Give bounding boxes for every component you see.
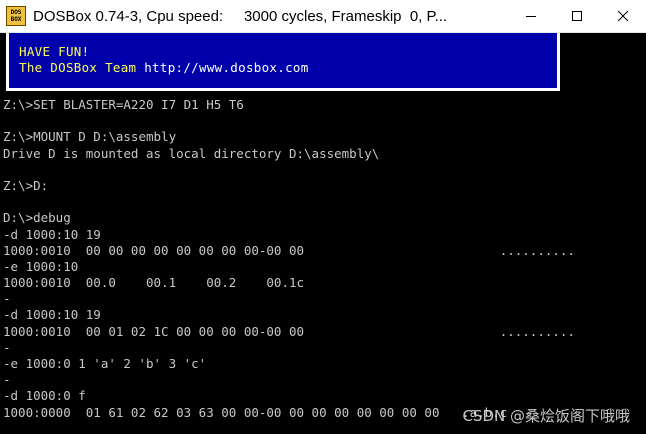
console-line: 1000:0010 00.0 00.1 00.2 00.1c [3, 275, 305, 291]
console-line: -e 1000:0 1 'a' 2 'b' 3 'c' [3, 356, 207, 371]
console-output: Z:\>SET BLASTER=A220 I7 D1 H5 T6 Z:\>MOUN… [3, 97, 575, 421]
console-line: -d 1000:10 19 [3, 307, 101, 323]
banner-url: http://www.dosbox.com [144, 60, 309, 75]
close-icon [617, 10, 629, 22]
watermark: CSDN @桑烩饭阁下哦哦 [462, 407, 630, 425]
welcome-banner-panel: HAVE FUN! The DOSBox Team http://www.dos… [9, 33, 557, 88]
console-line: 1000:0010 00 00 00 00 00 00 00 00-00 00 … [3, 242, 575, 258]
minimize-icon [526, 16, 536, 17]
title-bar[interactable]: DOS BOX DOSBox 0.74-3, Cpu speed: 3000 c… [0, 0, 646, 33]
dosbox-window: DOS BOX DOSBox 0.74-3, Cpu speed: 3000 c… [0, 0, 646, 434]
window-title: DOSBox 0.74-3, Cpu speed: 3000 cycles, F… [33, 7, 448, 25]
console-line: Z:\>D: [3, 177, 49, 193]
banner-line-1: HAVE FUN! [19, 44, 90, 59]
banner-line-2: The DOSBox Team http://www.dosbox.com [19, 60, 309, 76]
console-line: - [3, 339, 11, 355]
dos-screen[interactable]: HAVE FUN! The DOSBox Team http://www.dos… [0, 33, 646, 434]
console-line: - [3, 372, 11, 388]
console-line: -d 1000:0 f [3, 388, 86, 404]
minimize-button[interactable] [508, 0, 554, 32]
console-line: Z:\>MOUNT D D:\assembly [3, 129, 177, 145]
maximize-icon [572, 11, 582, 21]
maximize-button[interactable] [554, 0, 600, 32]
console-line: - [3, 291, 11, 307]
console-line: Z:\>SET BLASTER=A220 I7 D1 H5 T6 [3, 97, 244, 112]
icon-text-top: DOS [10, 9, 22, 16]
welcome-banner: HAVE FUN! The DOSBox Team http://www.dos… [6, 33, 560, 91]
close-button[interactable] [600, 0, 646, 32]
console-line: -d 1000:10 19 [3, 226, 101, 242]
banner-team-text: The DOSBox Team [19, 60, 145, 75]
console-line: Drive D is mounted as local directory D:… [3, 145, 380, 161]
console-line: -e 1000:10 [3, 258, 79, 274]
window-controls [508, 0, 646, 32]
console-line: 1000:0010 00 01 02 1C 00 00 00 00-00 00 … [3, 323, 575, 339]
console-line: D:\>debug [3, 210, 71, 226]
dosbox-app-icon[interactable]: DOS BOX [6, 6, 26, 26]
icon-text-bottom: BOX [10, 16, 22, 23]
